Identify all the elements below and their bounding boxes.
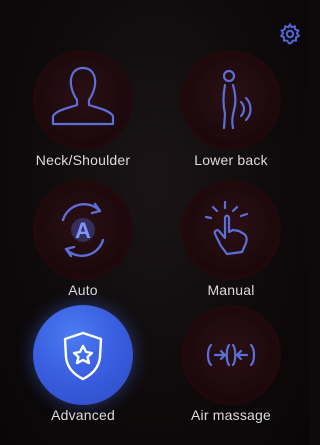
mode-circle: A [33,180,133,280]
mode-label: Lower back [194,152,268,168]
head-shoulders-icon [51,66,115,126]
hand-sparkle-icon [204,200,249,256]
mode-circle-selected [33,305,133,405]
svg-text:A: A [75,218,91,243]
mode-label: Advanced [51,407,115,423]
gear-icon[interactable] [278,22,302,46]
mode-label: Auto [68,282,98,298]
mode-circle [181,180,281,280]
mode-circle [33,50,133,150]
lower-back-icon [222,69,252,130]
mode-label: Manual [207,282,255,298]
mode-label: Air massage [190,407,271,423]
shield-star-icon [63,331,103,381]
air-pressure-icon [206,343,256,367]
mode-circle [181,50,281,150]
mode-circle [181,305,281,405]
massage-mode-screen: Neck/Shoulder Lower back A Auto Manual A… [0,0,309,445]
mode-label: Neck/Shoulder [35,152,131,168]
auto-cycle-icon: A [61,202,105,258]
